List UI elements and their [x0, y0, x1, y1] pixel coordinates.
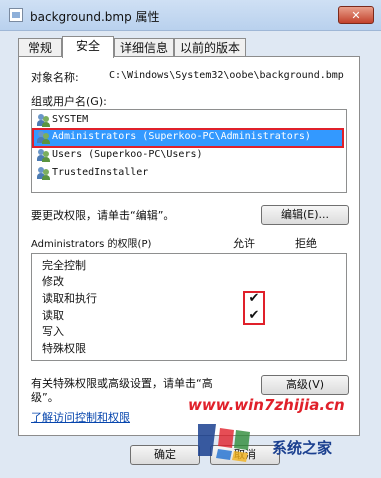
advanced-button[interactable]: 高级(V) — [261, 375, 349, 395]
watermark-site: www.win7zhijia.cn — [188, 396, 345, 414]
permission-write: 写入 — [42, 325, 64, 338]
groups-label: 组或用户名(G): — [31, 95, 107, 108]
edit-hint: 要更改权限，请单击“编辑”。 — [31, 209, 175, 222]
allow-column-header: 允许 — [233, 237, 255, 250]
title-bar: background.bmp 属性 ✕ — [0, 0, 381, 31]
users-icon — [37, 114, 50, 127]
access-control-link[interactable]: 了解访问控制和权限 — [31, 409, 130, 425]
security-panel: 对象名称: C:\Windows\System32\oobe\backgroun… — [18, 56, 360, 436]
tab-general[interactable]: 常规 — [18, 38, 62, 57]
permission-read-execute: 读取和执行 — [42, 292, 97, 305]
file-icon — [9, 8, 23, 22]
object-name-value: C:\Windows\System32\oobe\background.bmp — [109, 70, 344, 81]
permission-special: 特殊权限 — [42, 342, 86, 355]
edit-button[interactable]: 编辑(E)... — [261, 205, 349, 225]
list-item-label: Users (Superkoo-PC\Users) — [52, 149, 203, 160]
list-item-label: SYSTEM — [52, 114, 89, 125]
windows-logo-icon — [198, 424, 250, 462]
list-item-label: TrustedInstaller — [52, 167, 149, 178]
close-button[interactable]: ✕ — [338, 6, 374, 24]
object-name-label: 对象名称: — [31, 71, 79, 84]
permission-full-control: 完全控制 — [42, 259, 86, 272]
tab-details[interactable]: 详细信息 — [114, 38, 174, 57]
permission-read: 读取 — [42, 309, 64, 322]
permissions-header: Administrators 的权限(P) — [31, 239, 152, 250]
list-item-trustedinstaller[interactable]: TrustedInstaller — [34, 166, 342, 182]
groups-listbox[interactable]: SYSTEM Administrators (Superkoo-PC\Admin… — [31, 109, 347, 193]
tab-security[interactable]: 安全 — [62, 36, 114, 58]
list-item-label: Administrators (Superkoo-PC\Administrato… — [52, 131, 311, 142]
list-item-administrators[interactable]: Administrators (Superkoo-PC\Administrato… — [32, 128, 344, 148]
users-icon — [37, 131, 50, 144]
users-icon — [37, 149, 50, 162]
window-title: background.bmp 属性 — [30, 10, 160, 24]
watermark-brand: 系统之家 — [272, 439, 333, 457]
permission-modify: 修改 — [42, 275, 64, 288]
users-icon — [37, 167, 50, 180]
list-item-users[interactable]: Users (Superkoo-PC\Users) — [34, 148, 342, 164]
permissions-list: 完全控制 修改 读取和执行 读取 写入 特殊权限 ✔ ✔ — [31, 253, 347, 361]
tab-previous-versions[interactable]: 以前的版本 — [174, 38, 246, 57]
highlight-box — [243, 291, 265, 325]
deny-column-header: 拒绝 — [295, 237, 317, 250]
list-item-system[interactable]: SYSTEM — [34, 113, 342, 129]
advanced-hint-line2: 级”。 — [31, 391, 59, 404]
